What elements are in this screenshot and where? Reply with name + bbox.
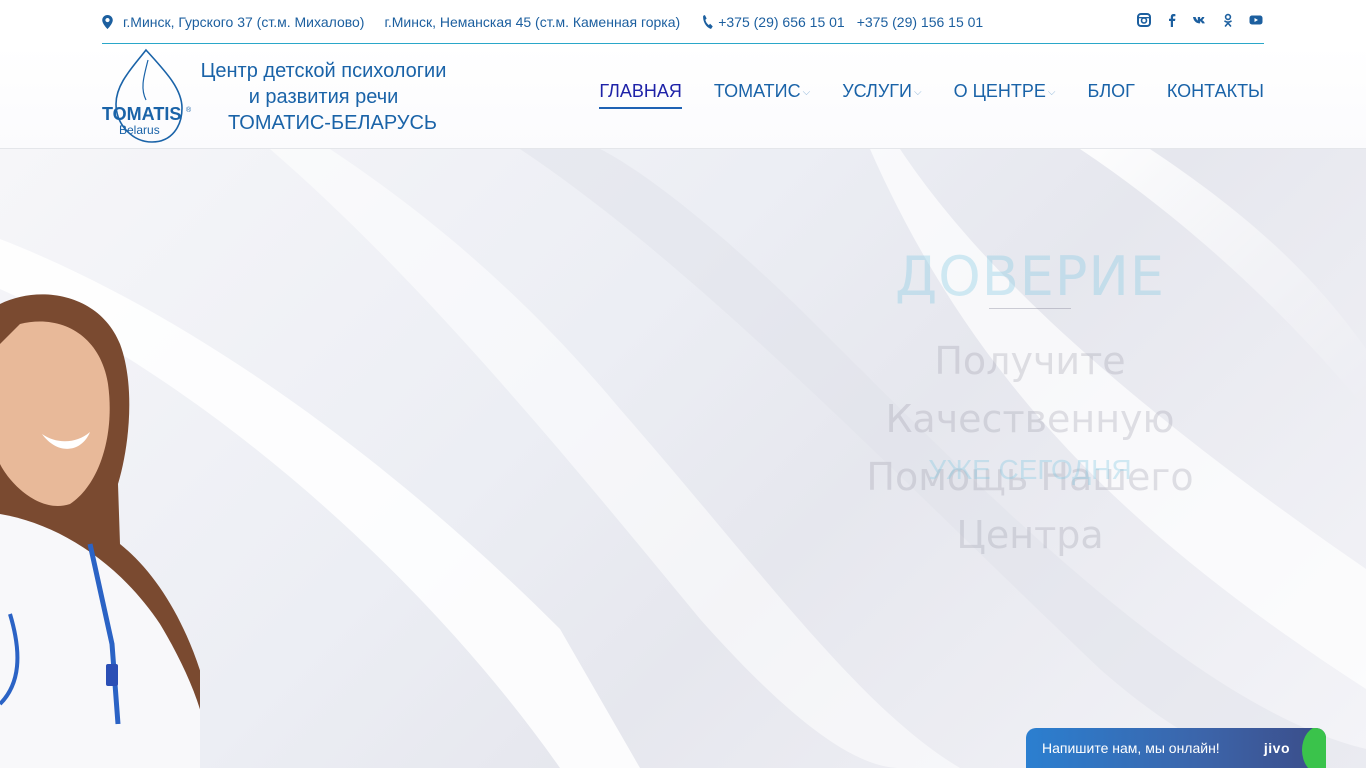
tomatis-logo[interactable]: TOMATIS ® Belarus: [102, 48, 194, 144]
nav-tomatis-label: ТОМАТИС: [713, 81, 801, 101]
address-gurskogo[interactable]: г.Минск, Гурского 37 (ст.м. Михалово): [102, 14, 364, 30]
chevron-down-icon: ⌵: [1047, 87, 1056, 98]
brand-title[interactable]: Центр детской психологии и развития речи…: [196, 58, 451, 136]
nav-about[interactable]: О ЦЕНТРЕ ⌵: [954, 81, 1056, 102]
doctor-photo: [0, 294, 200, 768]
social-links: [1124, 12, 1264, 28]
online-status-icon: [1302, 728, 1326, 768]
brand-line-2: и развития речи: [248, 86, 399, 108]
svg-text:®: ®: [186, 106, 192, 114]
odnoklassniki-icon[interactable]: [1220, 12, 1236, 28]
phone-1-link[interactable]: +375 (29) 656 15 01: [718, 14, 845, 30]
nav-tomatis[interactable]: ТОМАТИС ⌵: [714, 81, 810, 102]
svg-text:TOMATIS: TOMATIS: [102, 104, 181, 124]
youtube-icon[interactable]: [1248, 12, 1264, 28]
nav-services-label: УСЛУГИ: [842, 81, 912, 101]
jivo-logo: jivo: [1263, 740, 1290, 756]
chat-label: Напишите нам, мы онлайн!: [1042, 740, 1220, 756]
phone-2-link[interactable]: +375 (29) 156 15 01: [857, 14, 984, 30]
phone-icon: [703, 14, 713, 29]
nav-home[interactable]: ГЛАВНАЯ: [599, 81, 682, 109]
nav-blog-label: БЛОГ: [1087, 81, 1135, 101]
brand-line-3: ТОМАТИС-БЕЛАРУСЬ: [227, 112, 438, 134]
main-nav: ГЛАВНАЯ ТОМАТИС ⌵ УСЛУГИ ⌵ О ЦЕНТРЕ ⌵ БЛОГ …: [567, 81, 1264, 109]
hero-subtitle-line-1: Получите Качественную: [885, 339, 1175, 441]
nav-home-label: ГЛАВНАЯ: [599, 81, 682, 101]
hero-cta: УЖЕ СЕГОДНЯ: [928, 454, 1132, 485]
address-1-text: г.Минск, Гурского 37 (ст.м. Михалово): [123, 13, 365, 30]
hero-divider: [989, 308, 1071, 309]
nav-contacts[interactable]: КОНТАКТЫ: [1167, 81, 1264, 102]
chat-widget-button[interactable]: Напишите нам, мы онлайн! jivo: [1026, 728, 1326, 768]
nav-services[interactable]: УСЛУГИ ⌵: [842, 81, 921, 102]
chevron-down-icon: ⌵: [802, 87, 811, 98]
svg-text:Belarus: Belarus: [119, 123, 160, 137]
site-header: TOMATIS ® Belarus Центр детской психолог…: [0, 44, 1366, 149]
hero-subtitle: Получите Качественную Помощь Нашего Цент…: [790, 332, 1270, 564]
phones: +375 (29) 656 15 01 +375 (29) 156 15 01: [700, 14, 995, 30]
nav-about-label: О ЦЕНТРЕ: [953, 81, 1046, 101]
nav-contacts-label: КОНТАКТЫ: [1166, 81, 1264, 101]
top-contact-bar: г.Минск, Гурского 37 (ст.м. Михалово) г.…: [102, 0, 1264, 44]
address-nemanskaya[interactable]: г.Минск, Неманская 45 (ст.м. Каменная го…: [384, 14, 680, 30]
brand-line-1: Центр детской психологии: [200, 60, 447, 82]
nav-blog[interactable]: БЛОГ: [1088, 81, 1135, 102]
hero-title: ДОВЕРИЕ: [895, 245, 1165, 308]
location-pin-icon: [102, 14, 113, 29]
chevron-down-icon: ⌵: [913, 87, 922, 98]
address-2-text: г.Минск, Неманская 45 (ст.м. Каменная го…: [384, 13, 681, 30]
instagram-icon[interactable]: [1136, 12, 1152, 28]
vk-icon[interactable]: [1192, 12, 1208, 28]
hero-slider[interactable]: ДОВЕРИЕ Получите Качественную Помощь Наш…: [0, 149, 1366, 768]
facebook-icon[interactable]: [1164, 12, 1180, 28]
